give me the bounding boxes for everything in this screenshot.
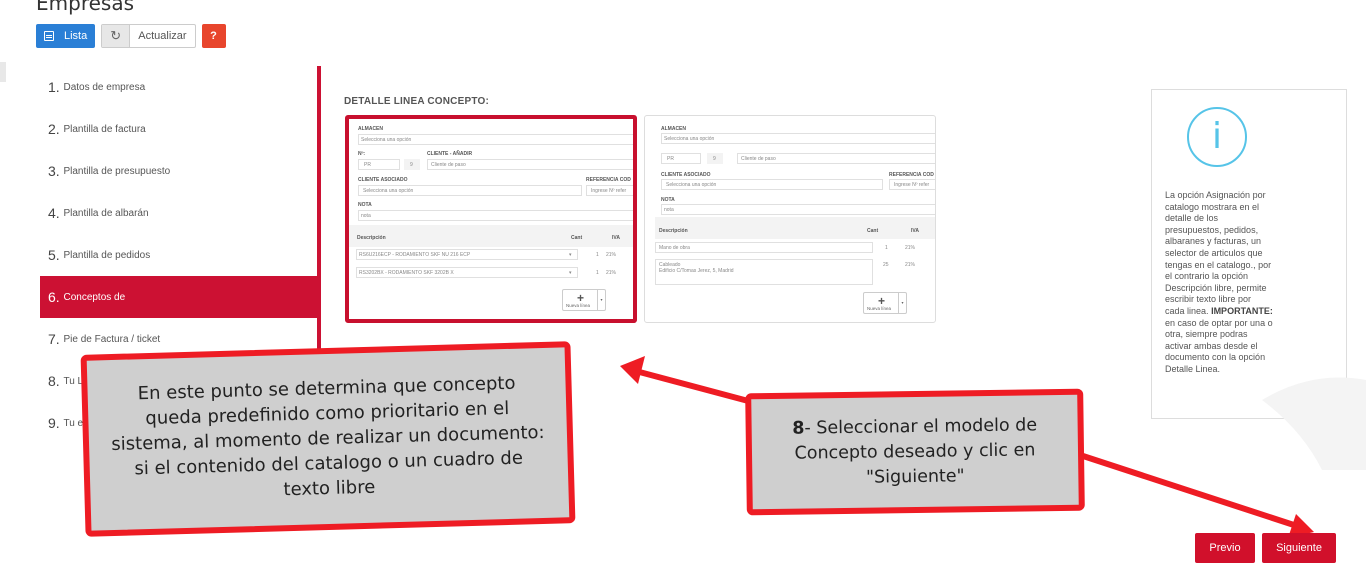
previo-button[interactable]: Previo (1195, 533, 1255, 563)
callout-right-text: - Seleccionar el modelo de Concepto dese… (794, 415, 1038, 488)
siguiente-button[interactable]: Siguiente (1262, 533, 1336, 563)
callout-left-text: En este punto se determina que concepto … (111, 372, 545, 501)
arrow-to-siguiente (1079, 452, 1301, 530)
arrow-head-catalog (620, 356, 645, 384)
callout-step-8: 8- Seleccionar el modelo de Concepto des… (745, 388, 1085, 516)
callout-explanation: En este punto se determina que concepto … (80, 341, 576, 537)
arrow-to-catalog (631, 367, 753, 405)
page: Empresas Lista ↻ Actualizar ? 1. Datos d… (0, 0, 1366, 568)
callout-right-num: 8 (792, 418, 805, 439)
